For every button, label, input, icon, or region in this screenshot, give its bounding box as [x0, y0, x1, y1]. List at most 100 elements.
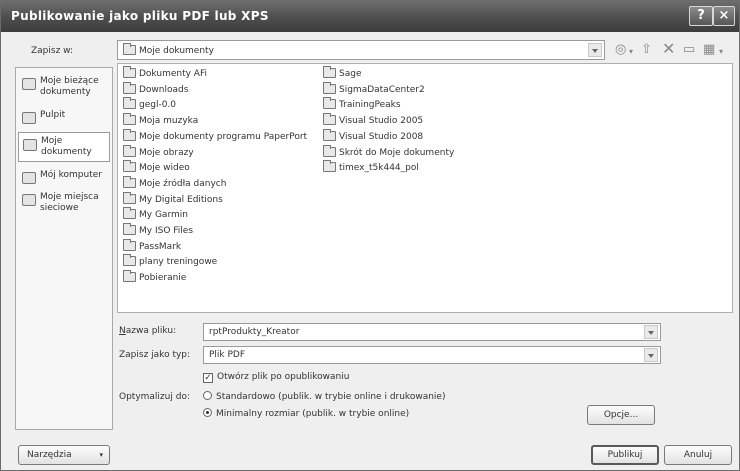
- folder-icon: [323, 144, 336, 157]
- file-item[interactable]: My Garmin: [123, 207, 188, 221]
- file-item[interactable]: Moje dokumenty programu PaperPort: [123, 128, 308, 142]
- folder-icon: [123, 66, 136, 78]
- place-network-places[interactable]: Moje miejsca sieciowe: [18, 192, 110, 218]
- folder-icon: [123, 270, 136, 283]
- file-item[interactable]: Moje obrazy: [123, 144, 194, 158]
- options-button[interactable]: Opcje...: [587, 405, 655, 425]
- file-item-label: timex_t5k444_pol: [339, 163, 419, 174]
- file-item[interactable]: Dokumenty AFi: [123, 66, 207, 79]
- file-item-label: gegl-0.0: [139, 100, 177, 111]
- file-item[interactable]: Skrót do Moje dokumenty: [323, 144, 455, 158]
- save-in-dropdown[interactable]: Moje dokumenty: [117, 40, 605, 60]
- file-item[interactable]: Visual Studio 2005: [323, 113, 424, 127]
- file-item-label: My Garmin: [139, 210, 188, 221]
- file-item-label: Dokumenty AFi: [139, 69, 207, 79]
- file-item-label: My Digital Editions: [139, 194, 223, 205]
- chevron-down-icon: ▾: [99, 451, 103, 459]
- file-item[interactable]: Downloads: [123, 81, 188, 95]
- place-my-computer[interactable]: Mój komputer: [18, 170, 110, 184]
- file-item-label: TrainingPeaks: [339, 100, 401, 111]
- file-item[interactable]: PassMark: [123, 238, 182, 252]
- folder-icon: [323, 128, 336, 141]
- file-item[interactable]: Moje źródła danych: [123, 175, 226, 189]
- file-item-label: SigmaDataCenter2: [339, 84, 425, 95]
- file-item[interactable]: plany treningowe: [123, 254, 218, 268]
- file-item-label: PassMark: [139, 241, 182, 252]
- chevron-down-icon[interactable]: [644, 348, 658, 362]
- file-item[interactable]: Pobieranie: [123, 270, 187, 284]
- optimize-label: Optymalizuj do:: [119, 392, 190, 402]
- file-item[interactable]: Visual Studio 2008: [323, 128, 424, 142]
- file-item[interactable]: My ISO Files: [123, 223, 194, 236]
- file-item[interactable]: gegl-0.0: [123, 97, 177, 111]
- publish-dialog: Publikowanie jako pliku PDF lub XPS ? × …: [0, 0, 740, 471]
- file-item[interactable]: My Digital Editions: [123, 191, 223, 205]
- optimize-standard-label: Standardowo (publik. w trybie online i d…: [216, 392, 446, 402]
- publish-button[interactable]: Publikuj: [591, 445, 659, 465]
- file-name-label: Nazwa pliku:: [119, 326, 177, 336]
- file-item[interactable]: TrainingPeaks: [323, 97, 401, 111]
- file-item-label: Visual Studio 2008: [339, 131, 424, 142]
- places-bar: Moje bieżące dokumenty Pulpit Moje dokum…: [15, 67, 113, 430]
- file-item-label: My ISO Files: [139, 226, 194, 236]
- window-title: Publikowanie jako pliku PDF lub XPS: [11, 9, 269, 23]
- close-button[interactable]: ×: [713, 6, 735, 26]
- back-icon[interactable]: ◎: [615, 42, 626, 57]
- help-button[interactable]: ?: [689, 6, 713, 26]
- place-my-documents[interactable]: Moje dokumenty: [18, 132, 110, 162]
- file-item[interactable]: Moja muzyka: [123, 113, 199, 127]
- folder-icon: [323, 113, 336, 126]
- folder-icon: [123, 254, 136, 267]
- place-desktop[interactable]: Pulpit: [18, 110, 110, 124]
- open-after-checkbox[interactable]: ✓ Otwórz plik po opublikowaniu: [203, 372, 349, 383]
- file-item-label: Skrót do Moje dokumenty: [339, 147, 455, 158]
- folder-icon: [123, 97, 136, 110]
- folder-icon: [123, 128, 136, 141]
- title-bar: Publikowanie jako pliku PDF lub XPS ? ×: [1, 1, 739, 32]
- up-folder-icon[interactable]: ⇧: [641, 42, 652, 57]
- file-item[interactable]: SigmaDataCenter2: [323, 81, 425, 95]
- views-dropdown-icon[interactable]: ▾: [719, 47, 723, 56]
- optimize-standard-option[interactable]: Standardowo (publik. w trybie online i d…: [203, 391, 445, 402]
- file-list[interactable]: Dokumenty AFi Downloads gegl-0.0 Moja muzyk…: [117, 63, 733, 313]
- file-item-label: Pobieranie: [139, 273, 187, 284]
- chevron-down-icon[interactable]: [644, 325, 658, 339]
- delete-icon[interactable]: ✕: [662, 39, 675, 58]
- my-computer-icon: [22, 172, 36, 184]
- file-item-label: Moja muzyka: [139, 116, 199, 127]
- tools-button[interactable]: Narzędzia ▾: [18, 445, 110, 465]
- file-name-label-rest: azwa pliku:: [125, 326, 177, 336]
- my-documents-icon: [23, 139, 37, 151]
- optimize-minimum-label: Minimalny rozmiar (publik. w trybie onli…: [216, 409, 410, 419]
- optimize-minimum-option[interactable]: Minimalny rozmiar (publik. w trybie onli…: [203, 408, 409, 419]
- file-item-label: Visual Studio 2005: [339, 116, 424, 127]
- folder-icon: [123, 144, 136, 157]
- folder-icon: [123, 223, 136, 235]
- save-type-value: Plik PDF: [209, 350, 246, 360]
- file-item[interactable]: timex_t5k444_pol: [323, 160, 419, 174]
- chevron-down-icon[interactable]: [588, 43, 602, 57]
- checkbox-icon[interactable]: ✓: [203, 373, 213, 383]
- radio-selected-icon[interactable]: [203, 408, 212, 417]
- cancel-button[interactable]: Anuluj: [664, 445, 732, 465]
- folder-icon: [123, 207, 136, 220]
- file-name-input[interactable]: rptProdukty_Kreator: [203, 323, 661, 341]
- file-item-label: Moje dokumenty programu PaperPort: [139, 131, 308, 142]
- folder-icon: [323, 66, 336, 78]
- folder-icon: [323, 97, 336, 110]
- file-item[interactable]: Moje wideo: [123, 160, 190, 173]
- back-dropdown-icon[interactable]: ▾: [629, 47, 633, 56]
- file-item[interactable]: Sage: [323, 66, 362, 79]
- file-item-label: plany treningowe: [139, 257, 218, 268]
- radio-icon[interactable]: [203, 391, 212, 400]
- folder-icon: [323, 81, 336, 94]
- new-folder-icon[interactable]: ▭: [683, 42, 695, 57]
- folder-icon: [123, 160, 136, 173]
- save-type-dropdown[interactable]: Plik PDF: [203, 346, 661, 364]
- save-type-label: Zapisz jako typ:: [119, 350, 191, 360]
- views-icon[interactable]: ▦: [703, 42, 715, 57]
- file-item-label: Sage: [339, 69, 362, 79]
- desktop-icon: [22, 112, 36, 124]
- place-recent-documents[interactable]: Moje bieżące dokumenty: [18, 76, 110, 102]
- folder-icon: [323, 160, 336, 173]
